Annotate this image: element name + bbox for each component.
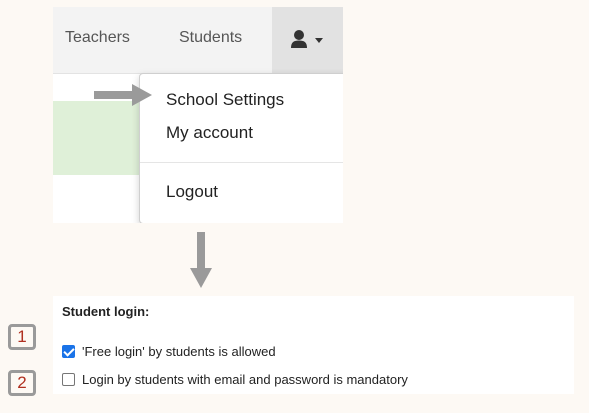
- success-alert-band: [53, 101, 139, 175]
- user-dropdown-menu: School Settings My account Logout: [139, 73, 343, 223]
- navbar: Teachers Students: [53, 7, 343, 74]
- nav-link-teachers[interactable]: Teachers: [65, 29, 130, 47]
- annotation-badge-2: 2: [8, 370, 36, 396]
- student-login-settings: Student login: 'Free login' by students …: [53, 296, 574, 394]
- annotation-badge-1: 1: [8, 324, 36, 350]
- free-login-checkbox[interactable]: [62, 344, 75, 358]
- caret-down-icon: [315, 38, 323, 43]
- navbar-screenshot: Teachers Students School Settings My acc…: [53, 7, 343, 223]
- email-password-label[interactable]: Login by students with email and passwor…: [82, 372, 408, 387]
- user-icon: [291, 30, 307, 48]
- option-free-login: 'Free login' by students is allowed: [62, 343, 276, 359]
- free-login-label[interactable]: 'Free login' by students is allowed: [82, 344, 276, 359]
- menu-divider: [140, 162, 343, 163]
- menu-item-school-settings[interactable]: School Settings: [166, 90, 284, 110]
- menu-item-logout[interactable]: Logout: [166, 182, 218, 202]
- user-menu-button[interactable]: [272, 7, 343, 73]
- arrow-right-icon: [94, 84, 152, 106]
- arrow-down-icon: [190, 232, 212, 288]
- section-title: Student login:: [62, 304, 150, 319]
- nav-link-students[interactable]: Students: [179, 29, 242, 47]
- email-password-checkbox[interactable]: [62, 372, 75, 386]
- option-email-password: Login by students with email and passwor…: [62, 371, 408, 387]
- menu-item-my-account[interactable]: My account: [166, 123, 253, 143]
